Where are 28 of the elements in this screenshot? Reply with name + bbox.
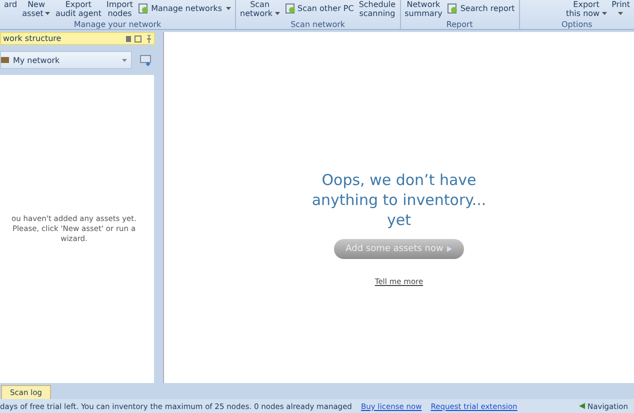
caret-icon xyxy=(122,58,127,62)
ribbon-button[interactable]: Scan other PC xyxy=(284,2,354,14)
ribbon-button[interactable]: Search report xyxy=(447,2,515,14)
ribbon-button[interactable]: Network summary xyxy=(404,0,442,19)
ribbon-button[interactable]: New asset xyxy=(22,0,50,19)
play-icon xyxy=(447,246,452,252)
group-label: Report xyxy=(445,20,474,29)
ribbon-button[interactable]: Export this now xyxy=(566,0,607,19)
document-icon xyxy=(447,2,458,14)
ribbon-button[interactable]: Manage networks xyxy=(138,2,232,14)
panel-title: work structure xyxy=(3,34,62,43)
panel-controls-icon[interactable] xyxy=(126,34,152,42)
ribbon-button[interactable]: ard xyxy=(4,0,18,19)
group-label: Manage your network xyxy=(72,20,162,29)
group-label: Options xyxy=(560,20,594,29)
network-dropdown[interactable]: My network xyxy=(0,51,132,69)
group-label: Scan network xyxy=(290,20,346,29)
ribbon-button[interactable]: Scan network xyxy=(240,0,280,19)
empty-headline: Oops, we don’t have anything to inventory... yet xyxy=(310,170,488,230)
ribbon-button[interactable]: Export audit agent xyxy=(55,0,102,19)
document-icon xyxy=(138,2,150,14)
ribbon-button[interactable]: Print xyxy=(612,0,630,19)
network-icon xyxy=(1,57,9,63)
monitor-icon[interactable] xyxy=(140,54,152,66)
ribbon-button[interactable]: Schedule scanning xyxy=(358,0,396,19)
document-icon xyxy=(284,2,296,14)
back-arrow-icon xyxy=(578,403,585,409)
ribbon-button[interactable]: Import nodes xyxy=(106,0,134,19)
